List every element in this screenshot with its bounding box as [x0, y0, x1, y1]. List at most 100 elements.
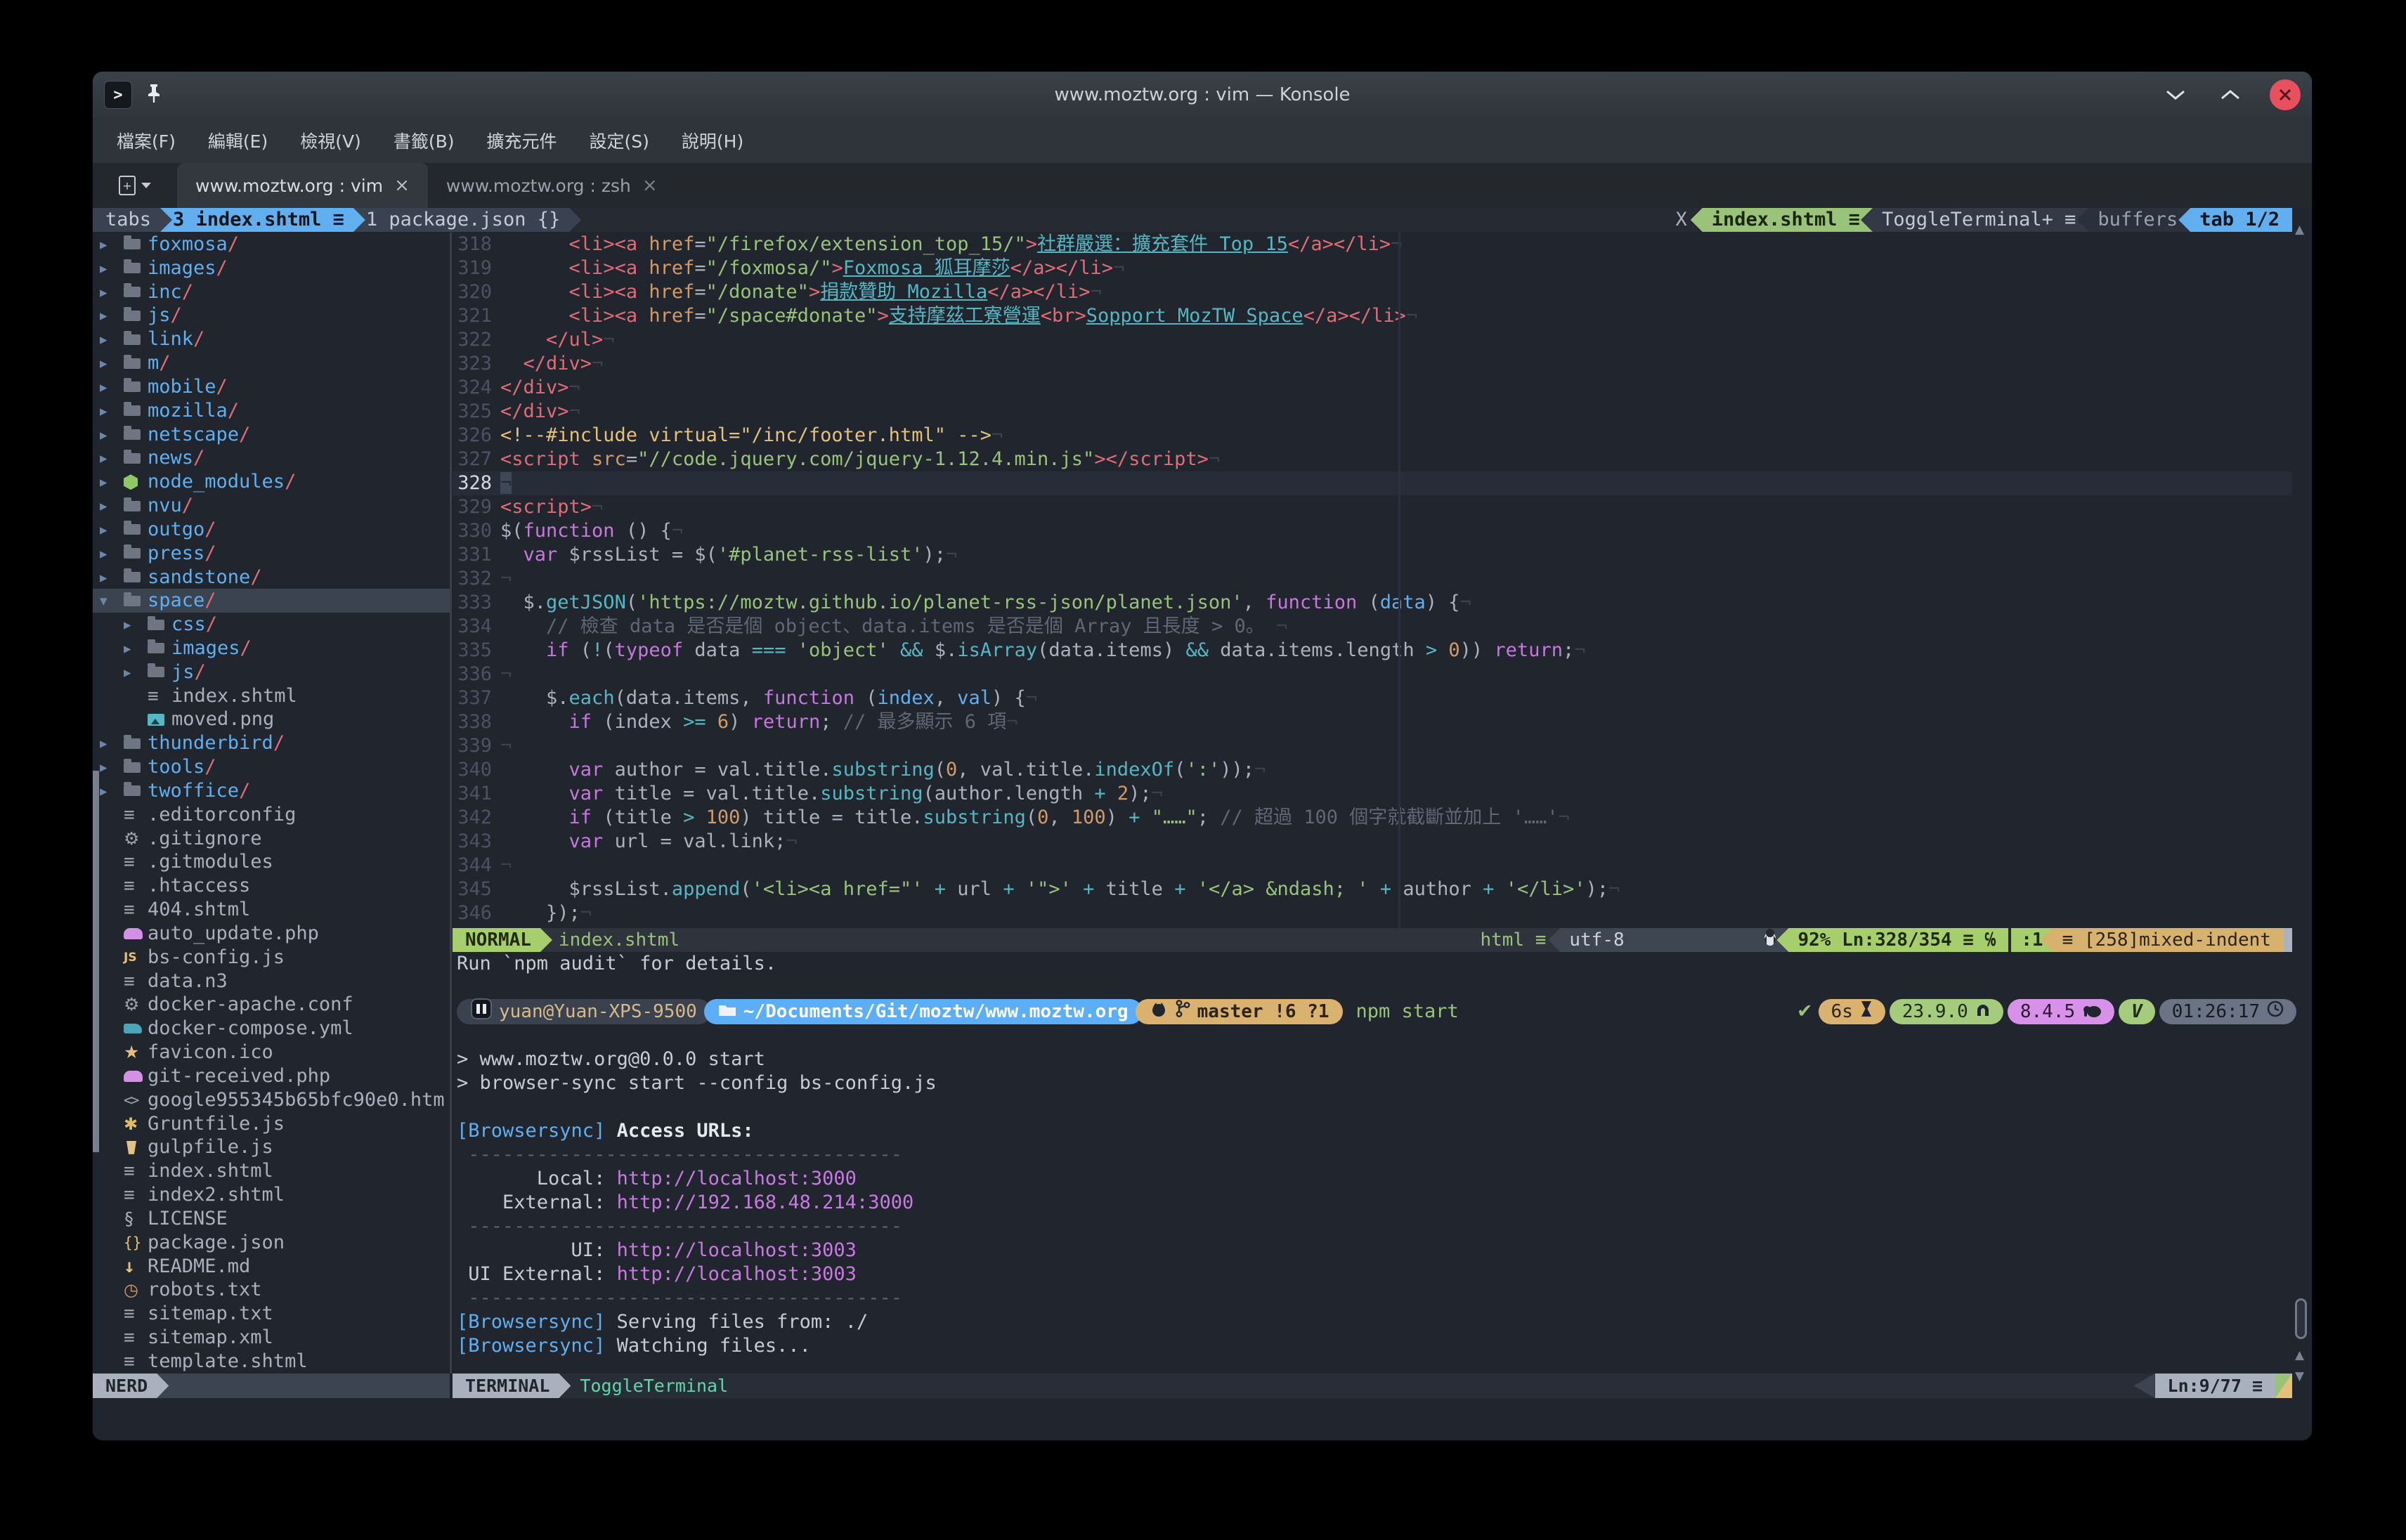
tree-expand-icon[interactable]: ▸	[100, 731, 124, 755]
vim-tab[interactable]: 3 index.shtml ≡	[160, 208, 365, 232]
konsole-tab[interactable]: www.moztw.org : zsh×	[428, 163, 676, 208]
tree-item-docker-compose.yml[interactable]: docker-compose.yml	[93, 1017, 450, 1040]
tree-expand-icon[interactable]: ▸	[100, 399, 124, 423]
close-button[interactable]	[2270, 79, 2301, 110]
tree-expand-icon[interactable]: ▸	[100, 542, 124, 566]
tree-item-nvu[interactable]: ▸nvu/	[93, 494, 450, 518]
konsole-tab[interactable]: www.moztw.org : vim×	[177, 163, 428, 208]
tree-expand-icon[interactable]: ▸	[124, 637, 148, 660]
tree-item-favicon.ico[interactable]: ★favicon.ico	[93, 1040, 450, 1064]
tree-item-index2.shtml[interactable]: ≡index2.shtml	[93, 1183, 450, 1207]
tree-item-tools[interactable]: ▸tools/	[93, 755, 450, 779]
tree-item-index.shtml[interactable]: ≡index.shtml	[93, 684, 450, 708]
tree-expand-icon[interactable]: ▸	[100, 779, 124, 803]
scroll-up-icon[interactable]: ▲	[2295, 218, 2304, 242]
tree-expand-icon[interactable]: ▸	[100, 351, 124, 375]
tree-item-news[interactable]: ▸news/	[93, 446, 450, 470]
tree-item-auto_update.php[interactable]: auto_update.php	[93, 922, 450, 946]
tree-item-robots.txt[interactable]: ◷robots.txt	[93, 1278, 450, 1302]
tree-item-thunderbird[interactable]: ▸thunderbird/	[93, 731, 450, 755]
tree-item-mozilla[interactable]: ▸mozilla/	[93, 399, 450, 423]
tree-expand-icon[interactable]: ▸	[100, 755, 124, 779]
tree-item-css[interactable]: ▸css/	[93, 613, 450, 637]
tree-item-Gruntfile.js[interactable]: ✱Gruntfile.js	[93, 1112, 450, 1136]
minimize-button[interactable]	[2160, 79, 2191, 110]
tree-item-sitemap.txt[interactable]: ≡sitemap.txt	[93, 1302, 450, 1326]
tree-item-js[interactable]: ▸js/	[93, 660, 450, 684]
tree-expand-icon[interactable]: ▸	[100, 566, 124, 589]
tree-item-.htaccess[interactable]: ≡.htaccess	[93, 874, 450, 898]
menu-item-2[interactable]: 檢視(V)	[286, 122, 375, 159]
menu-item-4[interactable]: 擴充元件	[472, 122, 571, 159]
editor[interactable]: 318 <li><a href="/firefox/extension_top_…	[453, 233, 2292, 928]
tree-item-docker-apache.conf[interactable]: ⚙docker-apache.conf	[93, 993, 450, 1017]
tree-item-git-received.php[interactable]: git-received.php	[93, 1064, 450, 1088]
nerdtree-sidebar[interactable]: ▸foxmosa/▸images/▸inc/▸js/▸link/▸m/▸mobi…	[93, 233, 450, 1373]
maximize-button[interactable]	[2215, 79, 2246, 110]
menu-item-5[interactable]: 設定(S)	[576, 122, 663, 159]
tree-item-template.shtml[interactable]: ≡template.shtml	[93, 1350, 450, 1373]
scrollbar[interactable]: ▲ ▲ ▼	[2292, 208, 2312, 1440]
terminal-pane[interactable]: Run `npm audit` for details. yuan@Yuan-X…	[453, 952, 2296, 1373]
tree-expand-icon[interactable]: ▸	[100, 446, 124, 470]
tree-expand-icon[interactable]: ▾	[100, 589, 124, 613]
tabline-item[interactable]: index.shtml ≡	[1691, 208, 1873, 232]
tree-item-.gitignore[interactable]: ⚙.gitignore	[93, 827, 450, 851]
tabline-item[interactable]: ToggleTerminal+ ≡	[1861, 208, 2088, 232]
menu-item-1[interactable]: 編輯(E)	[194, 122, 282, 159]
vim-tab[interactable]: 1 package.json {}	[353, 208, 581, 232]
tree-expand-icon[interactable]: ▸	[100, 304, 124, 327]
tree-item-foxmosa[interactable]: ▸foxmosa/	[93, 233, 450, 256]
menu-item-3[interactable]: 書籤(B)	[379, 122, 469, 159]
tree-expand-icon[interactable]: ▸	[100, 256, 124, 280]
scrollbar-thumb[interactable]	[2295, 1298, 2307, 1339]
tree-item-README.md[interactable]: ↓README.md	[93, 1255, 450, 1279]
tree-item-space[interactable]: ▾space/	[93, 589, 450, 613]
tree-item-bs-config.js[interactable]: JSbs-config.js	[93, 946, 450, 970]
scroll-down-arrow[interactable]: ▼	[2295, 1364, 2304, 1388]
menu-item-6[interactable]: 說明(H)	[668, 122, 757, 159]
tree-item-moved.png[interactable]: moved.png	[93, 708, 450, 732]
tree-expand-icon[interactable]: ▸	[124, 660, 148, 684]
tree-item-m[interactable]: ▸m/	[93, 351, 450, 375]
tree-expand-icon[interactable]: ▸	[100, 327, 124, 351]
menu-item-0[interactable]: 檔案(F)	[103, 122, 190, 159]
tabline-item[interactable]: buffers	[2076, 208, 2190, 232]
tab-close-icon[interactable]: ×	[642, 175, 658, 196]
tree-item-data.n3[interactable]: ≡data.n3	[93, 970, 450, 993]
titlebar[interactable]: > www.moztw.org : vim — Konsole	[93, 72, 2312, 118]
tree-item-google955345b65bfc90e0.htm[interactable]: <>google955345b65bfc90e0.htm	[93, 1088, 450, 1112]
tree-item-mobile[interactable]: ▸mobile/	[93, 375, 450, 399]
tree-item-LICENSE[interactable]: §LICENSE	[93, 1207, 450, 1231]
tab-close-icon[interactable]: ×	[394, 175, 410, 196]
tree-item-404.shtml[interactable]: ≡404.shtml	[93, 898, 450, 922]
tree-expand-icon[interactable]: ▸	[100, 233, 124, 256]
scroll-up-arrow[interactable]: ▲	[2295, 1343, 2304, 1367]
tree-item-package.json[interactable]: {}package.json	[93, 1231, 450, 1255]
tree-expand-icon[interactable]: ▸	[100, 470, 124, 494]
tree-item-images[interactable]: ▸images/	[93, 256, 450, 280]
tree-expand-icon[interactable]: ▸	[124, 613, 148, 637]
tree-expand-icon[interactable]: ▸	[100, 280, 124, 304]
tree-expand-icon[interactable]: ▸	[100, 375, 124, 399]
tree-item-link[interactable]: ▸link/	[93, 327, 450, 351]
tree-item-js[interactable]: ▸js/	[93, 304, 450, 327]
tree-item-press[interactable]: ▸press/	[93, 542, 450, 566]
tree-item-netscape[interactable]: ▸netscape/	[93, 423, 450, 447]
tree-expand-icon[interactable]: ▸	[100, 494, 124, 518]
tree-expand-icon[interactable]: ▸	[100, 518, 124, 542]
tree-item-gulpfile.js[interactable]: gulpfile.js	[93, 1135, 450, 1159]
tree-item-sitemap.xml[interactable]: ≡sitemap.xml	[93, 1326, 450, 1350]
tree-item-outgo[interactable]: ▸outgo/	[93, 518, 450, 542]
tree-item-.editorconfig[interactable]: ≡.editorconfig	[93, 803, 450, 827]
vim-tab[interactable]: tabs	[93, 208, 172, 232]
tabline-item[interactable]: tab 1/2	[2178, 208, 2292, 232]
terminal-view[interactable]: tabs3 index.shtml ≡1 package.json {}Xind…	[93, 208, 2312, 1440]
tree-item-sandstone[interactable]: ▸sandstone/	[93, 566, 450, 589]
tree-item-images[interactable]: ▸images/	[93, 637, 450, 660]
tree-item-node_modules[interactable]: ▸node_modules/	[93, 470, 450, 494]
tree-item-.gitmodules[interactable]: ≡.gitmodules	[93, 851, 450, 875]
tree-item-twoffice[interactable]: ▸twoffice/	[93, 779, 450, 803]
tree-expand-icon[interactable]: ▸	[100, 423, 124, 447]
new-tab-button[interactable]: +	[93, 163, 177, 208]
